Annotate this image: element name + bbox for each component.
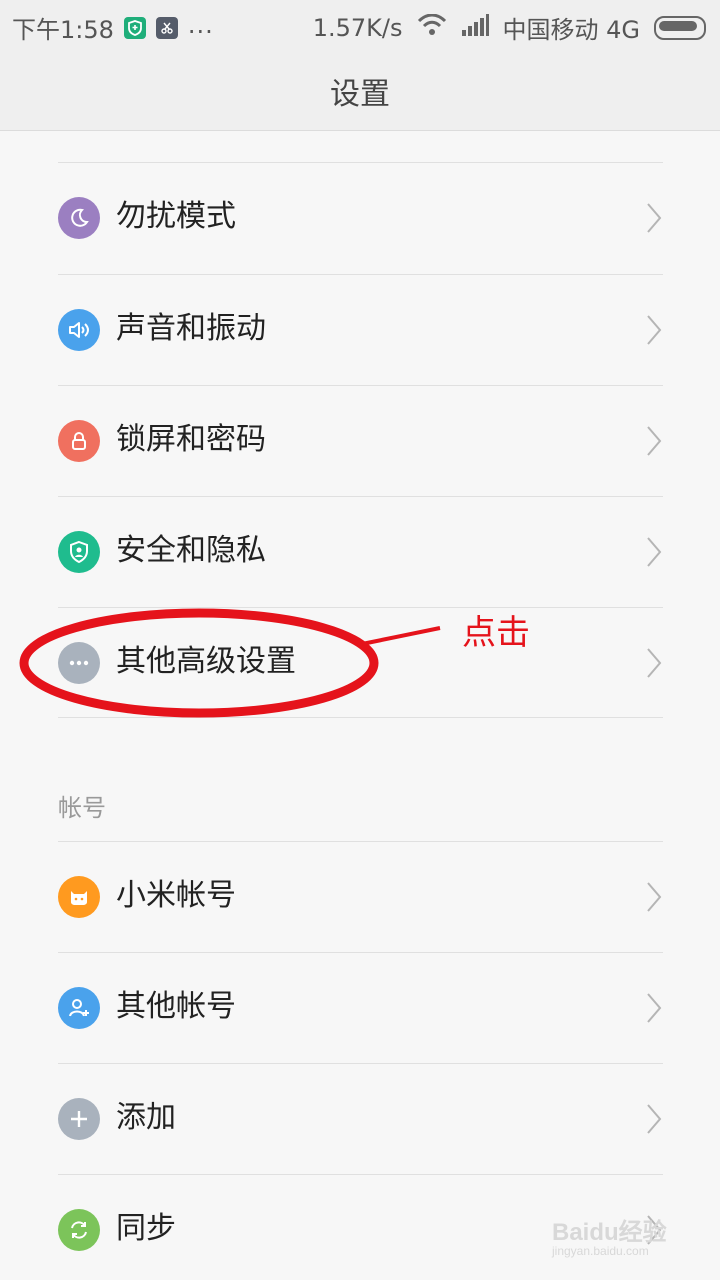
chevron-right-icon — [647, 648, 662, 678]
sync-icon — [58, 1209, 100, 1251]
watermark-url: jingyan.baidu.com — [552, 1244, 649, 1258]
more-icon — [58, 642, 100, 684]
battery-icon — [654, 15, 706, 40]
person-add-icon — [58, 987, 100, 1029]
settings-item-label: 其他帐号 — [116, 989, 236, 1024]
speaker-icon — [58, 309, 100, 351]
baidu-watermark: Baidu经验 — [552, 1212, 667, 1247]
shield-icon — [58, 531, 100, 573]
settings-item-label: 小米帐号 — [116, 878, 236, 913]
status-time: 下午1:58 — [12, 16, 114, 44]
chevron-right-icon — [647, 1104, 662, 1134]
network-speed: 1.57K/s — [312, 13, 403, 42]
settings-item-do-not-disturb[interactable]: 勿扰模式 — [58, 163, 663, 273]
settings-item-label: 勿扰模式 — [116, 199, 236, 234]
carrier-label: 中国移动 4G — [502, 16, 641, 44]
settings-item-label: 锁屏和密码 — [116, 422, 266, 457]
settings-item-other-accounts[interactable]: 其他帐号 — [58, 952, 663, 1063]
settings-item-label: 添加 — [116, 1100, 176, 1135]
settings-item-label: 其他高级设置 — [116, 644, 296, 679]
settings-item-security-privacy[interactable]: 安全和隐私 — [58, 496, 663, 607]
status-more-dots: ... — [187, 10, 214, 39]
chevron-right-icon — [647, 203, 662, 233]
watermark-brand: Baidu — [552, 1219, 619, 1246]
status-bar: 下午1:58 ... 1.57K/s 中国移动 4G — [0, 0, 720, 52]
settings-item-label: 安全和隐私 — [116, 533, 266, 568]
mi-icon — [58, 876, 100, 918]
settings-item-label: 声音和振动 — [116, 311, 266, 346]
chevron-right-icon — [647, 315, 662, 345]
chevron-right-icon — [647, 537, 662, 567]
scissors-app-icon — [155, 16, 178, 39]
settings-item-mi-account[interactable]: 小米帐号 — [58, 841, 663, 952]
page-title: 设置 — [330, 77, 390, 112]
settings-item-sound-vibration[interactable]: 声音和振动 — [58, 274, 663, 385]
page-title-bar: 设置 — [0, 52, 720, 131]
signal-icon — [461, 13, 489, 42]
wifi-icon — [417, 13, 447, 42]
watermark-suffix: 经验 — [618, 1219, 667, 1246]
shield-app-icon — [123, 16, 146, 39]
annotation-label: 点击 — [462, 613, 530, 653]
settings-list: 勿扰模式 声音和振动 锁屏和密码 安全和隐私 其他高级设置 帐号 小米帐号 其他… — [0, 130, 720, 1280]
lock-icon — [58, 420, 100, 462]
chevron-right-icon — [647, 426, 662, 456]
chevron-right-icon — [647, 993, 662, 1023]
plus-icon — [58, 1098, 100, 1140]
moon-icon — [58, 197, 100, 239]
settings-item-label: 同步 — [116, 1211, 176, 1246]
list-divider — [58, 717, 663, 718]
settings-item-advanced[interactable]: 其他高级设置 — [58, 607, 663, 718]
settings-item-add-account[interactable]: 添加 — [58, 1063, 663, 1174]
chevron-right-icon — [647, 882, 662, 912]
settings-item-lockscreen-password[interactable]: 锁屏和密码 — [58, 385, 663, 496]
section-header-accounts: 帐号 — [58, 794, 106, 822]
